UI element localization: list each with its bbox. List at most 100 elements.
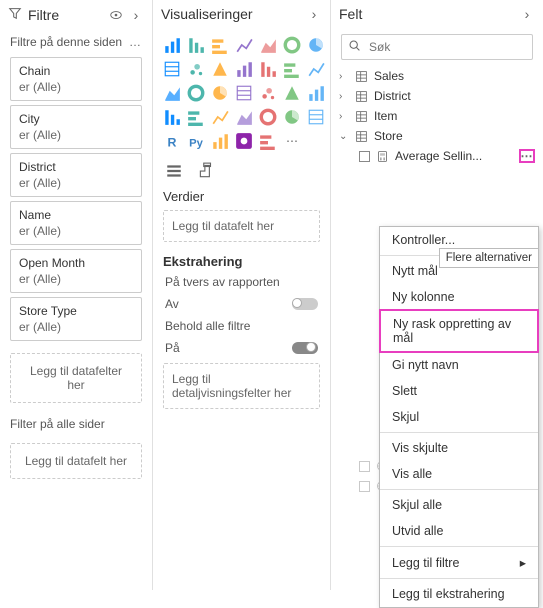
viz-type-icon[interactable] [281, 106, 303, 128]
format-tab-icon[interactable] [197, 162, 215, 183]
svg-text:R: R [168, 136, 177, 150]
viz-type-icon[interactable] [161, 34, 183, 56]
viz-type-icon[interactable] [257, 106, 279, 128]
filter-card[interactable]: Store Typeer (Alle) [10, 297, 142, 341]
viz-type-icon[interactable] [233, 130, 255, 152]
view-icon[interactable] [108, 8, 124, 22]
viz-type-icon[interactable] [257, 58, 279, 80]
viz-type-icon[interactable] [161, 82, 183, 104]
viz-type-icon[interactable] [305, 58, 327, 80]
field-checkbox[interactable] [359, 151, 370, 162]
menu-item-label: Kontroller... [392, 233, 455, 247]
menu-item[interactable]: Ny rask oppretting av mål [379, 309, 539, 353]
menu-item[interactable]: Legg til ekstrahering [380, 581, 538, 607]
menu-item[interactable]: Gi nytt navn [380, 352, 538, 378]
calculator-icon [376, 150, 389, 163]
field-checkbox[interactable] [359, 461, 370, 472]
values-dropzone[interactable]: Legg til datafelt her [163, 210, 320, 242]
add-all-filters[interactable]: Legg til datafelt her [10, 443, 142, 479]
field-checkbox[interactable] [359, 481, 370, 492]
visualizations-pane: Visualiseringer › RPy⋯ Verdier Legg til … [153, 0, 331, 590]
filter-card[interactable]: City er (Alle) [10, 105, 142, 149]
viz-type-icon[interactable] [233, 82, 255, 104]
viz-type-icon[interactable] [305, 106, 327, 128]
chevron-right-icon: › [339, 111, 349, 122]
table-row[interactable]: › District [335, 86, 539, 106]
chevron-right-icon: › [339, 91, 349, 102]
viz-type-icon[interactable] [185, 82, 207, 104]
viz-type-icon[interactable] [305, 82, 327, 104]
menu-separator [380, 578, 538, 579]
viz-type-icon[interactable] [257, 34, 279, 56]
table-name: Item [374, 109, 397, 123]
viz-type-icon[interactable] [281, 34, 303, 56]
filter-value: er (Alle) [19, 176, 133, 190]
filter-card[interactable]: Nameer (Alle) [10, 201, 142, 245]
menu-item-label: Gi nytt navn [392, 358, 459, 372]
fields-header: Felt › [331, 0, 543, 28]
viz-type-icon[interactable] [209, 34, 231, 56]
viz-type-icon[interactable]: R [161, 130, 183, 152]
filter-name: City [19, 112, 133, 126]
viz-type-icon[interactable] [161, 58, 183, 80]
keep-filters-toggle[interactable] [292, 342, 318, 354]
filter-card[interactable]: Open Monther (Alle) [10, 249, 142, 293]
menu-item-label: Skjul [392, 410, 419, 424]
keep-filters-row: Behold alle filtre [153, 315, 330, 337]
chevron-right-icon[interactable]: › [306, 6, 322, 22]
viz-type-icon[interactable] [209, 58, 231, 80]
menu-item[interactable]: Legg til filtre▸ [380, 549, 538, 576]
add-page-filters[interactable]: Legg til datafelter her [10, 353, 142, 403]
submenu-arrow-icon: ▸ [520, 555, 526, 570]
table-row[interactable]: ⌄Store [335, 126, 539, 146]
svg-text:Py: Py [189, 138, 204, 150]
viz-more-icon[interactable]: ⋯ [281, 130, 303, 152]
filter-name: Open Month [19, 256, 133, 270]
viz-type-icon[interactable] [209, 130, 231, 152]
viz-type-icon[interactable] [233, 106, 255, 128]
viz-type-icon[interactable] [209, 106, 231, 128]
viz-type-icon[interactable] [185, 106, 207, 128]
table-icon [355, 130, 368, 143]
menu-item[interactable]: Ny kolonne [380, 284, 538, 310]
viz-type-icon[interactable] [185, 58, 207, 80]
filter-value: er (Alle) [19, 320, 133, 334]
filter-card[interactable]: District er (Alle) [10, 153, 142, 197]
menu-item[interactable]: Utvid alle [380, 518, 538, 544]
field-more-icon[interactable]: ⋯ [519, 149, 535, 163]
viz-type-icon[interactable] [161, 106, 183, 128]
viz-type-icon[interactable] [185, 34, 207, 56]
viz-type-icon[interactable] [209, 82, 231, 104]
viz-type-icon[interactable] [233, 58, 255, 80]
menu-item[interactable]: Slett [380, 378, 538, 404]
fields-search[interactable] [341, 34, 533, 60]
menu-item[interactable]: Vis alle [380, 461, 538, 487]
filter-name: District [19, 160, 133, 174]
viz-type-icon[interactable] [281, 82, 303, 104]
viz-type-icon[interactable]: Py [185, 130, 207, 152]
table-name: District [374, 89, 411, 103]
chevron-right-icon[interactable]: › [519, 6, 535, 22]
table-row[interactable]: › Item [335, 106, 539, 126]
menu-item-label: Ny kolonne [392, 290, 455, 304]
menu-item[interactable]: Skjul alle [380, 492, 538, 518]
fields-tab-icon[interactable] [165, 162, 183, 183]
viz-type-icon[interactable] [305, 34, 327, 56]
more-icon[interactable]: … [129, 35, 142, 49]
viz-type-icon[interactable] [281, 58, 303, 80]
drill-dropzone[interactable]: Legg til detaljvisningsfelter her [163, 363, 320, 409]
menu-item[interactable]: Vis skjulte [380, 435, 538, 461]
keep-filters-toggle-row: På [153, 337, 330, 359]
menu-item[interactable]: Skjul [380, 404, 538, 430]
cross-report-toggle[interactable] [292, 298, 318, 310]
search-input[interactable] [367, 39, 526, 55]
table-row[interactable]: ›Sales [335, 66, 539, 86]
filter-card[interactable]: Chainer (Alle) [10, 57, 142, 101]
viz-type-icon[interactable] [257, 130, 279, 152]
filter-value: er (Alle) [19, 128, 133, 142]
chevron-right-icon[interactable]: › [128, 7, 144, 23]
viz-type-icon[interactable] [257, 82, 279, 104]
viz-type-icon[interactable] [233, 34, 255, 56]
field-row[interactable]: Average Sellin...⋯ [335, 146, 539, 166]
menu-item-label: Utvid alle [392, 524, 443, 538]
